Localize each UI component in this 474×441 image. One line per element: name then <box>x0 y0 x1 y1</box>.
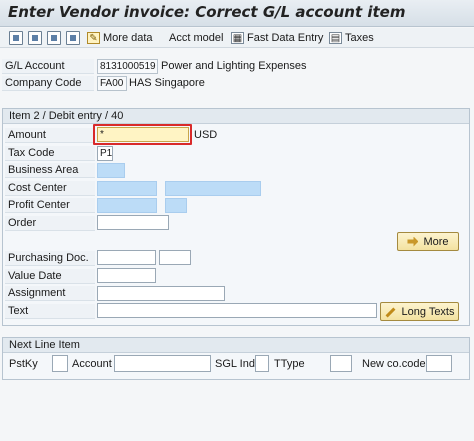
assignment-field[interactable] <box>97 286 225 301</box>
gl-account-text: Power and Lighting Expenses <box>161 60 307 72</box>
account-label: Account <box>72 358 112 370</box>
table-icon: ▦ <box>231 32 244 44</box>
gl-account-field[interactable]: 8131000519 <box>97 59 158 74</box>
company-code-label: Company Code <box>2 76 94 91</box>
status-area <box>0 382 474 441</box>
cost-center-label: Cost Center <box>5 181 95 196</box>
ttype-field[interactable] <box>330 355 352 372</box>
acct-model-label: Acct model <box>169 32 224 44</box>
pstky-label: PstKy <box>9 358 38 370</box>
currency-label: USD <box>194 129 218 141</box>
cost-center-field[interactable] <box>97 181 157 196</box>
taxes-label: Taxes <box>345 32 374 44</box>
amount-label: Amount <box>5 128 95 143</box>
sgl-ind-label: SGL Ind <box>215 358 255 370</box>
acct-model-button[interactable]: Acct model <box>166 29 226 47</box>
tax-code-label: Tax Code <box>5 146 95 161</box>
purchasing-doc-label: Purchasing Doc. <box>5 251 95 266</box>
long-texts-button[interactable]: Long Texts <box>380 302 459 321</box>
amount-highlight <box>93 124 192 145</box>
value-date-field[interactable] <box>97 268 156 283</box>
document-icon[interactable] <box>66 31 80 45</box>
ttype-label: TType <box>274 358 305 370</box>
new-cocode-label: New co.code <box>362 358 426 370</box>
select-icon[interactable] <box>9 31 23 45</box>
fast-data-entry-label: Fast Data Entry <box>247 32 324 44</box>
company-code-field[interactable]: FA00 <box>97 76 127 91</box>
purchasing-doc-item-field[interactable] <box>159 250 191 265</box>
text-label: Text <box>5 304 95 319</box>
text-field[interactable] <box>97 303 377 318</box>
more-button-label: More <box>423 235 449 248</box>
purchasing-doc-field[interactable] <box>97 250 156 265</box>
fast-data-entry-button[interactable]: ▦ Fast Data Entry <box>228 29 326 47</box>
more-data-button[interactable]: ✎ More data <box>84 29 156 47</box>
profit-center-label: Profit Center <box>5 198 95 213</box>
save-icon[interactable] <box>28 31 42 45</box>
pencil-icon: ✎ <box>87 32 100 44</box>
order-field[interactable] <box>97 215 169 230</box>
value-date-label: Value Date <box>5 269 95 284</box>
more-data-label: More data <box>103 32 153 44</box>
pstky-field[interactable] <box>52 355 68 372</box>
taxes-button[interactable]: ▤ Taxes <box>326 29 377 47</box>
new-cocode-field[interactable] <box>426 355 452 372</box>
business-area-label: Business Area <box>5 163 95 178</box>
profit-center-description <box>165 198 187 213</box>
profit-center-field[interactable] <box>97 198 157 213</box>
window-title: Enter Vendor invoice: Correct G/L accoun… <box>8 3 406 21</box>
cost-center-description <box>165 181 261 196</box>
long-texts-label: Long Texts <box>401 305 455 318</box>
copy-icon[interactable] <box>47 31 61 45</box>
assignment-label: Assignment <box>5 286 95 301</box>
sgl-ind-field[interactable] <box>255 355 269 372</box>
tax-code-field[interactable]: P1 <box>97 146 113 161</box>
pencil-icon <box>384 306 396 318</box>
more-button[interactable]: More <box>397 232 459 251</box>
gl-account-label: G/L Account <box>2 59 94 74</box>
company-code-text: HAS Singapore <box>129 77 205 89</box>
document-icon: ▤ <box>329 32 342 44</box>
order-label: Order <box>5 216 95 231</box>
arrow-right-icon <box>407 236 419 247</box>
item-group-title: Item 2 / Debit entry / 40 <box>3 109 469 124</box>
next-line-item-title: Next Line Item <box>3 338 469 353</box>
business-area-field[interactable] <box>97 163 125 178</box>
account-field[interactable] <box>114 355 211 372</box>
